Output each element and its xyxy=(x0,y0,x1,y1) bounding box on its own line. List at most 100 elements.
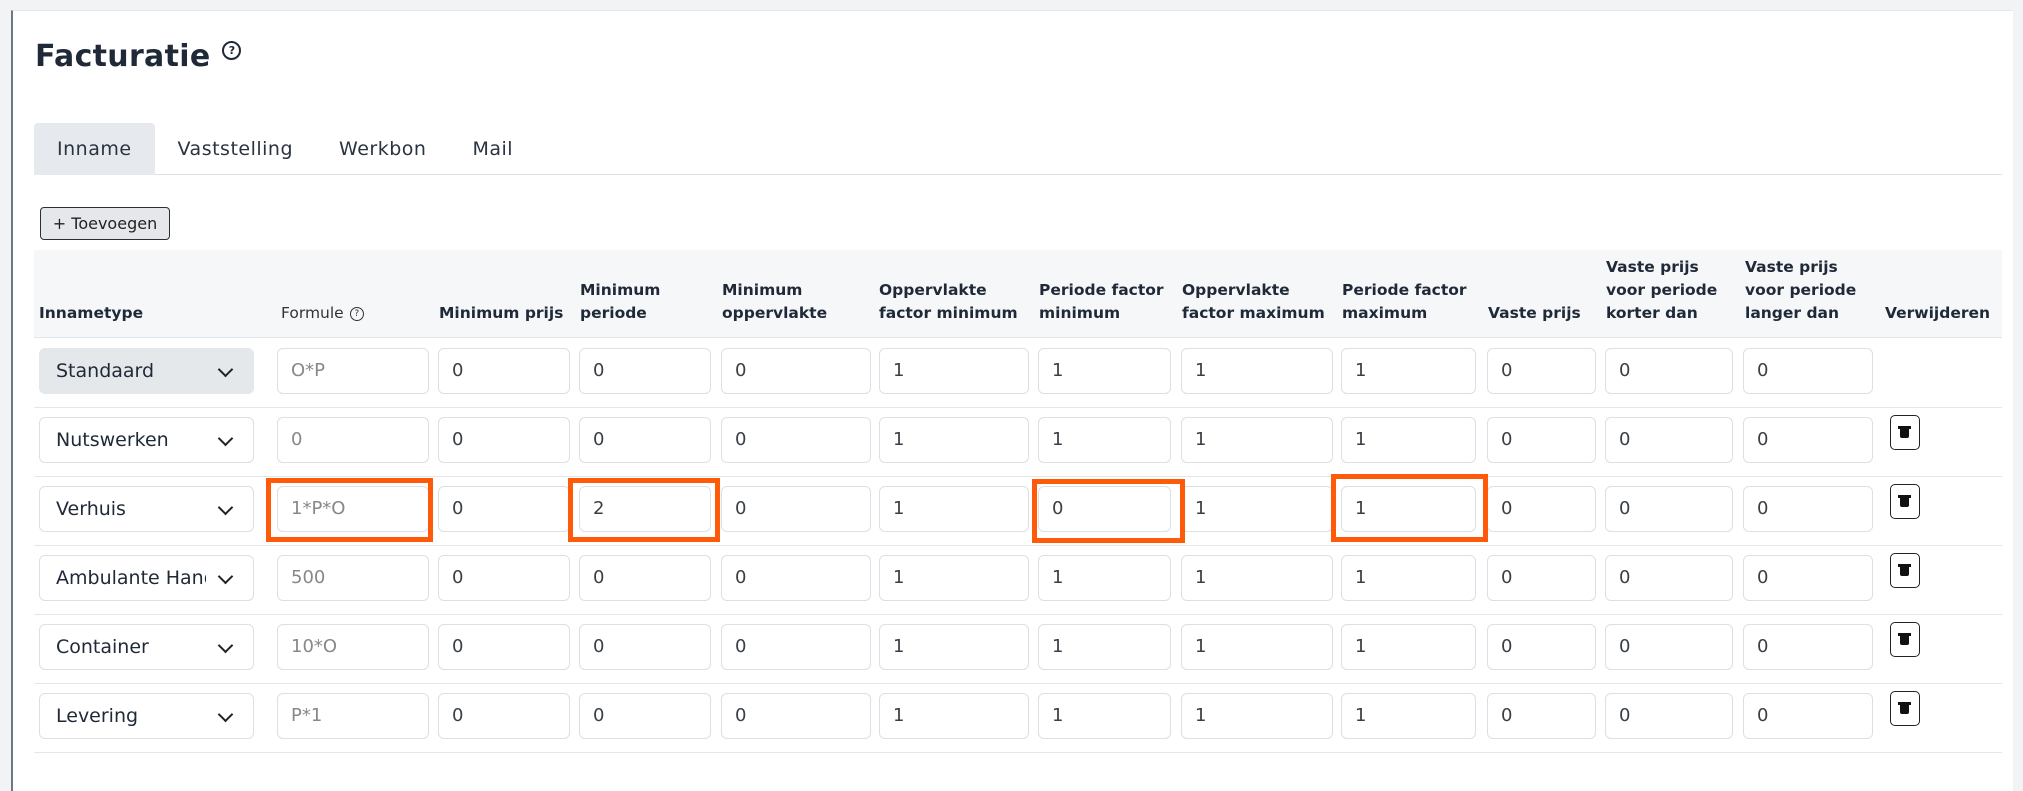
help-circle-icon[interactable]: ? xyxy=(349,306,364,321)
minimum-periode-input[interactable]: 0 xyxy=(579,555,711,601)
oppervlakte-factor-minimum-input[interactable]: 1 xyxy=(879,555,1029,601)
vaste-prijs-korter-input[interactable]: 0 xyxy=(1605,693,1733,739)
vaste-prijs-input[interactable]: 0 xyxy=(1487,348,1596,394)
periode-factor-maximum-input[interactable]: 1 xyxy=(1341,417,1476,463)
innametype-value: Container xyxy=(56,636,149,658)
minimum-periode-input[interactable]: 0 xyxy=(579,348,711,394)
oppervlakte-factor-minimum-input[interactable]: 1 xyxy=(879,417,1029,463)
oppervlakte-factor-maximum-input[interactable]: 1 xyxy=(1181,555,1333,601)
minimum-oppervlakte-input[interactable]: 0 xyxy=(721,693,871,739)
vaste-prijs-input[interactable]: 0 xyxy=(1487,555,1596,601)
vaste-prijs-langer-input[interactable]: 0 xyxy=(1743,624,1873,670)
header-line: factor maximum xyxy=(1182,304,1325,322)
tab-mail[interactable]: Mail xyxy=(449,123,536,175)
delete-button[interactable] xyxy=(1890,415,1920,450)
minimum-oppervlakte-input[interactable]: 0 xyxy=(721,486,871,532)
tab-inname[interactable]: Inname xyxy=(34,123,155,175)
minimum-prijs-input[interactable]: 0 xyxy=(438,348,570,394)
periode-factor-minimum-input[interactable]: 1 xyxy=(1038,693,1171,739)
innametype-select[interactable]: Levering xyxy=(39,693,254,739)
innametype-select[interactable]: Nutswerken xyxy=(39,417,254,463)
minimum-oppervlakte-input[interactable]: 0 xyxy=(721,417,871,463)
periode-factor-minimum-input[interactable]: 1 xyxy=(1038,555,1171,601)
minimum-periode-input[interactable]: 0 xyxy=(579,693,711,739)
formule-input[interactable]: 500 xyxy=(277,555,429,601)
vaste-prijs-korter-input[interactable]: 0 xyxy=(1605,417,1733,463)
formule-input[interactable]: P*1 xyxy=(277,693,429,739)
formule-input[interactable]: 0 xyxy=(277,417,429,463)
oppervlakte-factor-minimum-input[interactable]: 1 xyxy=(879,624,1029,670)
minimum-prijs-input[interactable]: 0 xyxy=(438,417,570,463)
periode-factor-minimum-input[interactable]: 1 xyxy=(1038,348,1171,394)
minimum-periode-input[interactable]: 2 xyxy=(579,486,711,532)
periode-factor-maximum-input[interactable]: 1 xyxy=(1341,555,1476,601)
innametype-select[interactable]: Standaard xyxy=(39,348,254,394)
innametype-select[interactable]: Verhuis xyxy=(39,486,254,532)
vaste-prijs-input[interactable]: 0 xyxy=(1487,693,1596,739)
minimum-periode-input[interactable]: 0 xyxy=(579,624,711,670)
minimum-periode-input[interactable]: 0 xyxy=(579,417,711,463)
formule-input[interactable]: O*P xyxy=(277,348,429,394)
vaste-prijs-input[interactable]: 0 xyxy=(1487,624,1596,670)
periode-factor-maximum-input[interactable]: 1 xyxy=(1341,348,1476,394)
vaste-prijs-langer-input[interactable]: 0 xyxy=(1743,486,1873,532)
help-circle-icon[interactable]: ? xyxy=(222,41,242,60)
header-oppervlakte-factor-minimum: Oppervlakte factor minimum xyxy=(879,279,1018,325)
table-row: Ambulante Handel 500 0 0 0 1 1 1 1 0 0 0 xyxy=(34,545,2002,615)
table-row: Standaard O*P 0 0 0 1 1 1 1 0 0 0 xyxy=(34,338,2002,408)
title-row: Facturatie ? xyxy=(35,39,242,74)
oppervlakte-factor-maximum-input[interactable]: 1 xyxy=(1181,417,1333,463)
minimum-oppervlakte-input[interactable]: 0 xyxy=(721,555,871,601)
formule-input[interactable]: 1*P*O xyxy=(277,486,429,532)
periode-factor-minimum-input[interactable]: 1 xyxy=(1038,417,1171,463)
delete-button[interactable] xyxy=(1890,622,1920,657)
page-title: Facturatie xyxy=(35,39,211,74)
header-line: Oppervlakte xyxy=(879,281,987,299)
innametype-value: Verhuis xyxy=(56,498,126,520)
oppervlakte-factor-maximum-input[interactable]: 1 xyxy=(1181,348,1333,394)
oppervlakte-factor-minimum-input[interactable]: 1 xyxy=(879,693,1029,739)
minimum-prijs-input[interactable]: 0 xyxy=(438,624,570,670)
formule-input[interactable]: 10*O xyxy=(277,624,429,670)
periode-factor-maximum-input[interactable]: 1 xyxy=(1341,624,1476,670)
periode-factor-minimum-input[interactable]: 1 xyxy=(1038,624,1171,670)
minimum-oppervlakte-input[interactable]: 0 xyxy=(721,624,871,670)
oppervlakte-factor-maximum-input[interactable]: 1 xyxy=(1181,624,1333,670)
vaste-prijs-langer-input[interactable]: 0 xyxy=(1743,417,1873,463)
delete-button[interactable] xyxy=(1890,553,1920,588)
header-line: Oppervlakte xyxy=(1182,281,1290,299)
oppervlakte-factor-minimum-input[interactable]: 1 xyxy=(879,348,1029,394)
vaste-prijs-korter-input[interactable]: 0 xyxy=(1605,555,1733,601)
vaste-prijs-langer-input[interactable]: 0 xyxy=(1743,693,1873,739)
periode-factor-maximum-input[interactable]: 1 xyxy=(1341,693,1476,739)
vaste-prijs-input[interactable]: 0 xyxy=(1487,486,1596,532)
innametype-select[interactable]: Ambulante Handel xyxy=(39,555,254,601)
oppervlakte-factor-maximum-input[interactable]: 1 xyxy=(1181,693,1333,739)
periode-factor-maximum-input[interactable]: 1 xyxy=(1341,486,1476,532)
header-line: Periode factor xyxy=(1039,281,1164,299)
oppervlakte-factor-maximum-input[interactable]: 1 xyxy=(1181,486,1333,532)
vaste-prijs-korter-input[interactable]: 0 xyxy=(1605,348,1733,394)
oppervlakte-factor-minimum-input[interactable]: 1 xyxy=(879,486,1029,532)
header-line: voor periode xyxy=(1745,281,1857,299)
minimum-oppervlakte-input[interactable]: 0 xyxy=(721,348,871,394)
table-row: Container 10*O 0 0 0 1 1 1 1 0 0 0 xyxy=(34,614,2002,684)
vaste-prijs-korter-input[interactable]: 0 xyxy=(1605,486,1733,532)
chevron-down-icon xyxy=(217,430,234,447)
delete-button[interactable] xyxy=(1890,484,1920,519)
vaste-prijs-langer-input[interactable]: 0 xyxy=(1743,555,1873,601)
minimum-prijs-input[interactable]: 0 xyxy=(438,555,570,601)
vaste-prijs-korter-input[interactable]: 0 xyxy=(1605,624,1733,670)
trash-icon-body xyxy=(1900,429,1909,438)
tab-vaststelling[interactable]: Vaststelling xyxy=(155,123,317,175)
add-button[interactable]: + Toevoegen xyxy=(40,207,170,240)
innametype-value: Levering xyxy=(56,705,139,727)
minimum-prijs-input[interactable]: 0 xyxy=(438,486,570,532)
minimum-prijs-input[interactable]: 0 xyxy=(438,693,570,739)
tab-werkbon[interactable]: Werkbon xyxy=(316,123,449,175)
vaste-prijs-input[interactable]: 0 xyxy=(1487,417,1596,463)
vaste-prijs-langer-input[interactable]: 0 xyxy=(1743,348,1873,394)
delete-button[interactable] xyxy=(1890,691,1920,726)
innametype-select[interactable]: Container xyxy=(39,624,254,670)
periode-factor-minimum-input[interactable]: 0 xyxy=(1038,486,1171,532)
